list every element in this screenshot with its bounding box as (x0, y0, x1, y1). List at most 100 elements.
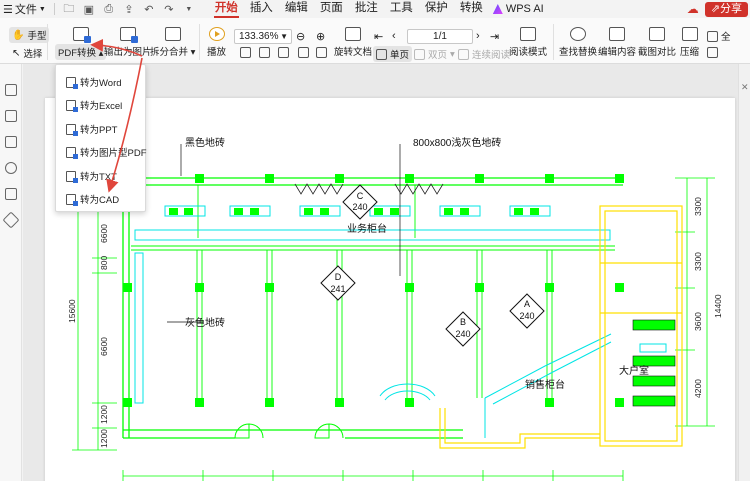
tab-protect[interactable]: 保护 (419, 0, 454, 18)
find-replace-button[interactable]: 查找替换 (559, 27, 597, 58)
business-counter (134, 205, 611, 404)
next-page-icon[interactable]: › (476, 30, 480, 42)
export-image-button[interactable]: 输出为图片 (104, 27, 152, 58)
zoom-in-icon[interactable]: ⊕ (316, 30, 325, 43)
single-page-button[interactable]: 单页 (373, 46, 413, 62)
full-icon (707, 30, 718, 42)
pdf-convert-button[interactable]: PDF转换 ▴ (55, 27, 107, 60)
dim-right-4: 4200 (693, 379, 703, 398)
close-icon[interactable]: ✕ (741, 82, 749, 93)
marker-b: B 240 (445, 311, 481, 347)
print-icon[interactable]: ⎙ (102, 3, 116, 15)
attachment-icon[interactable] (5, 162, 17, 174)
fit-page-icon[interactable] (259, 47, 270, 58)
layers-icon[interactable] (2, 211, 20, 229)
menu-item-label: 转为CAD (80, 195, 120, 206)
export-icon[interactable]: ⇪ (122, 3, 136, 16)
bookmark-icon[interactable] (5, 84, 17, 96)
edit-content-label: 编辑内容 (598, 47, 637, 58)
rotate-doc-label: 旋转文档 (334, 47, 373, 58)
dim-left-1: 6600 (99, 224, 109, 243)
zoom-value: 133.36% (239, 31, 279, 42)
edit-icon (609, 27, 625, 41)
read-mode-button[interactable]: 阅读模式 (509, 27, 547, 58)
dim-left-3: 6600 (99, 337, 109, 356)
cloud-upload-icon[interactable]: ☁ (687, 2, 699, 16)
comment-icon[interactable] (5, 136, 17, 148)
open-folder-icon[interactable]: 🗀 (62, 3, 76, 15)
save-icon[interactable]: ▣ (82, 3, 96, 16)
menu-item-to-word[interactable]: 转为Word (66, 75, 122, 89)
continuous-read-button[interactable]: 连续阅读 (458, 47, 510, 61)
more-button[interactable] (707, 47, 718, 58)
screenshot-icon (649, 27, 665, 41)
thumbnail-icon[interactable] (298, 47, 309, 58)
select-tool-button[interactable]: ↖ 选择 (12, 46, 42, 61)
menu-item-label: 转为图片型PDF (80, 148, 147, 159)
sofas (632, 319, 676, 407)
wps-ai-button[interactable]: WPS AI (492, 3, 544, 15)
dim-right-total: 14400 (713, 294, 723, 318)
dimension-lines (72, 177, 715, 481)
right-tools: ☁ ⇗分享 (687, 0, 750, 18)
double-page-button[interactable]: 双页 ▾ (414, 47, 455, 61)
last-page-icon[interactable]: ⇥ (490, 30, 499, 43)
page-number-input[interactable]: 1/1 (407, 29, 473, 44)
redo-icon[interactable]: ↷ (162, 3, 176, 16)
share-button[interactable]: ⇗分享 (704, 1, 748, 17)
pdf-page: 15600 6600 800 6600 1200 1200 3300 3300 … (45, 98, 735, 481)
menu-item-to-excel[interactable]: 转为Excel (66, 98, 122, 112)
share-label: 分享 (720, 2, 742, 15)
tab-insert[interactable]: 插入 (244, 0, 279, 18)
thumbnail-panel-icon[interactable] (5, 110, 17, 122)
svg-text:C: C (357, 191, 364, 201)
tab-start[interactable]: 开始 (209, 0, 244, 18)
actual-size-icon[interactable] (278, 47, 289, 58)
single-page-label: 单页 (390, 50, 410, 61)
zoom-out-icon[interactable]: ⊖ (296, 30, 305, 43)
area-labels: 黑色地砖 800x800浅灰色地砖 灰色地砖 业务柜台 销售柜台 大户室 (185, 136, 649, 391)
rotate-doc-button[interactable]: 旋转文档 (334, 27, 372, 58)
menu-item-to-ppt[interactable]: 转为PPT (66, 122, 117, 136)
tab-convert[interactable]: 转换 (454, 0, 489, 18)
tab-edit[interactable]: 编辑 (279, 0, 314, 18)
compress-icon (681, 27, 698, 41)
grid-icon[interactable] (316, 47, 327, 58)
compress-button[interactable]: 压缩 (680, 27, 699, 58)
play-icon (208, 27, 225, 41)
split-merge-button[interactable]: 拆分合并 ▾ (150, 27, 195, 58)
play-label: 播放 (207, 47, 227, 58)
zoom-select[interactable]: 133.36% ▼ (234, 29, 292, 44)
first-page-icon[interactable]: ⇤ (374, 30, 383, 43)
dim-left-2: 800 (99, 256, 109, 270)
label-vip-room: 大户室 (619, 364, 649, 377)
label-grey-tile: 灰色地砖 (185, 316, 225, 329)
continuous-read-label: 连续阅读 (472, 50, 511, 61)
dim-right-1: 3300 (693, 197, 703, 216)
cad-drawing: 15600 6600 800 6600 1200 1200 3300 3300 … (67, 136, 723, 481)
share-icon: ⇗ (710, 2, 720, 15)
tab-annotate[interactable]: 批注 (349, 0, 384, 18)
tab-tools[interactable]: 工具 (384, 0, 419, 18)
undo-icon[interactable]: ↶ (142, 3, 156, 16)
fit-width-icon[interactable] (240, 47, 251, 58)
svg-text:240: 240 (519, 311, 534, 321)
hand-tool-label: 手型 (27, 31, 47, 42)
menu-item-to-image-pdf[interactable]: 转为图片型PDF (66, 145, 147, 159)
play-button[interactable]: 播放 (207, 27, 226, 58)
full-button[interactable]: 全 (707, 29, 731, 43)
signature-icon[interactable] (5, 188, 17, 200)
vertical-scrollbar[interactable]: ✕ (738, 64, 750, 481)
chevron-down-icon[interactable]: ▼ (182, 3, 196, 15)
file-menu-label: 文件 (14, 4, 37, 16)
tab-page[interactable]: 页面 (314, 0, 349, 18)
hand-tool-button[interactable]: ✋ 手型 (9, 27, 50, 43)
edit-content-button[interactable]: 编辑内容 (598, 27, 636, 58)
prev-page-icon[interactable]: ‹ (392, 30, 396, 42)
screenshot-compare-button[interactable]: 截图对比 (638, 27, 676, 58)
image-pdf-icon (66, 146, 78, 159)
file-menu[interactable]: ☰ 文件 ▼ (0, 0, 50, 18)
menu-item-to-cad[interactable]: 转为CAD (66, 192, 119, 206)
export-image-icon (119, 27, 138, 43)
menu-item-to-txt[interactable]: 转为TXT (66, 169, 117, 183)
